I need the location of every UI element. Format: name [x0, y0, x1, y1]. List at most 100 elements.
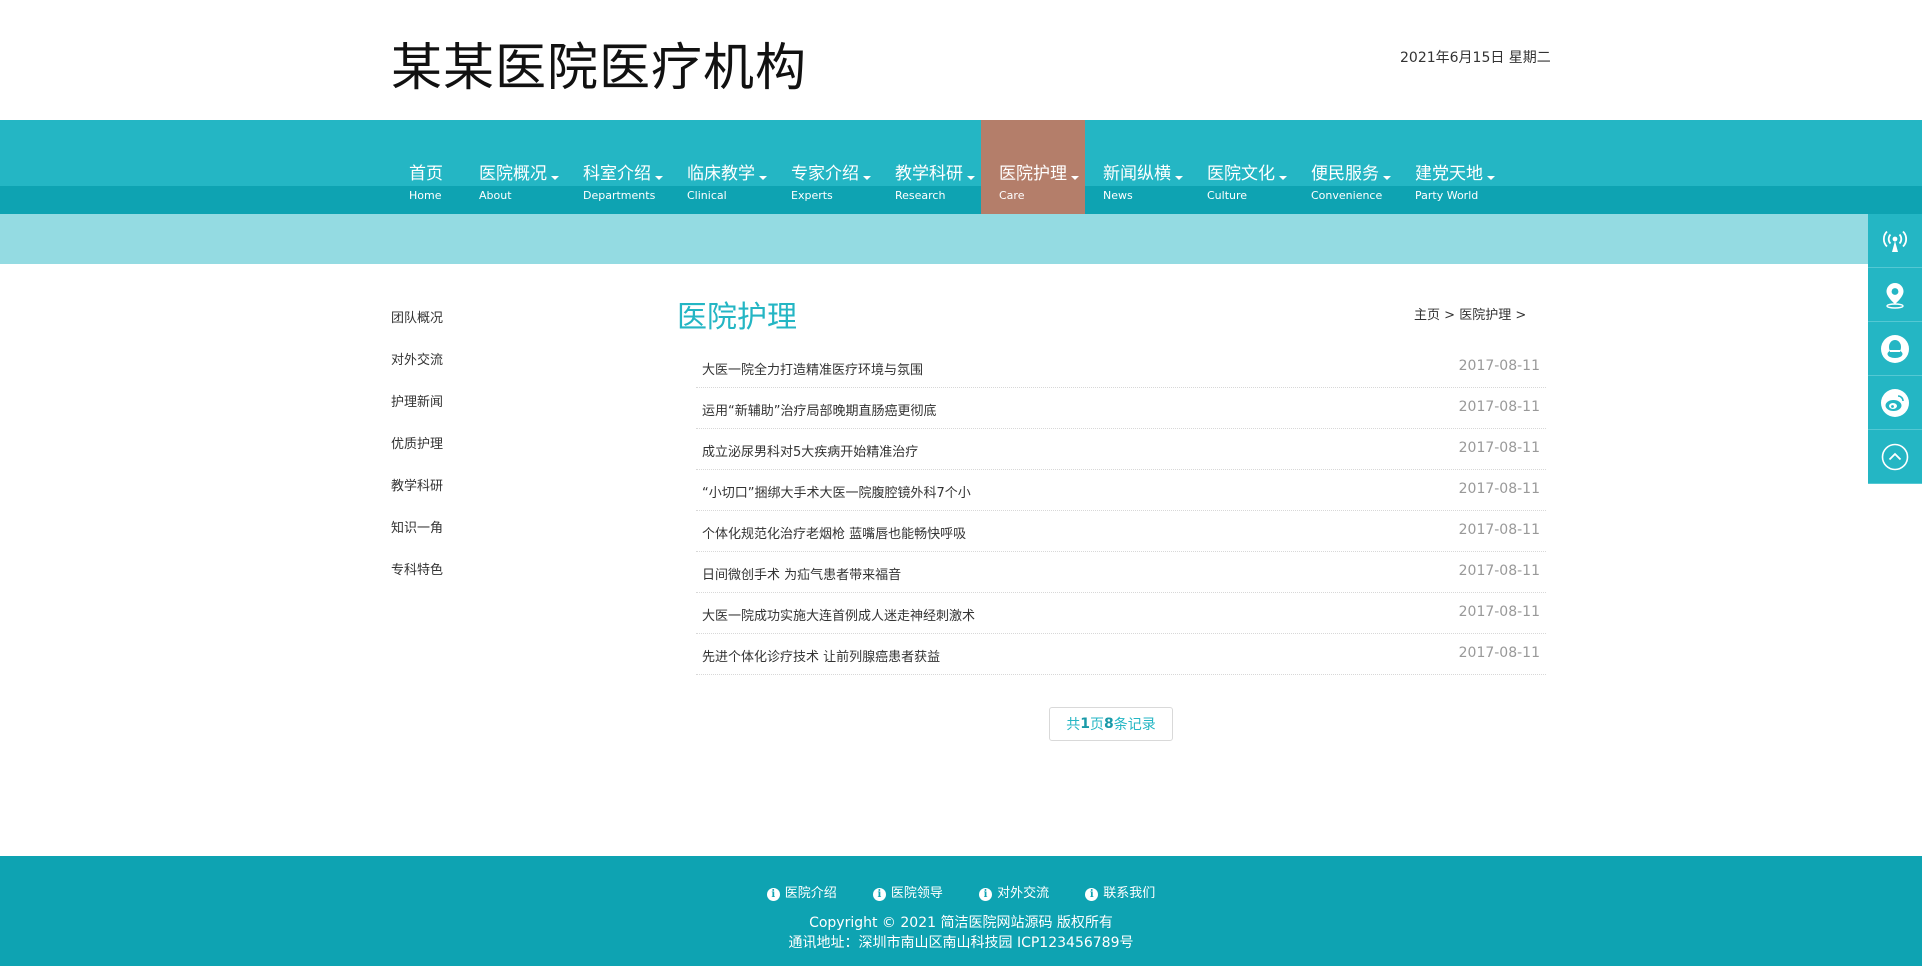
caret-down-icon	[1279, 176, 1287, 180]
breadcrumb-home[interactable]: 主页	[1414, 308, 1440, 323]
nav-item-departments[interactable]: 科室介绍 Departments	[565, 120, 669, 214]
nav-item-care[interactable]: 医院护理 Care	[981, 120, 1085, 214]
nav-item-sublabel: Departments	[583, 189, 656, 202]
footer-link-hospital-intro[interactable]: i 医院介绍	[766, 882, 837, 901]
nav-item-label: 科室介绍	[583, 164, 651, 184]
footer-link-leadership[interactable]: i 医院领导	[872, 882, 943, 901]
main-nav: 首页 Home 医院概况 About 科室介绍 Departments 临床教学…	[0, 120, 1922, 214]
nav-item-sublabel: Care	[999, 189, 1025, 202]
news-title[interactable]: 运用“新辅助”治疗局部晚期直肠癌更彻底	[702, 400, 936, 419]
sidebar-item-research[interactable]: 教学科研	[391, 475, 443, 494]
list-item[interactable]: 日间微创手术 为疝气患者带来福音 2017-08-11	[696, 552, 1546, 593]
caret-down-icon	[551, 176, 559, 180]
breadcrumb: 主页 > 医院护理 >	[1414, 304, 1526, 323]
nav-item-about[interactable]: 医院概况 About	[461, 120, 565, 214]
caret-down-icon	[1487, 176, 1495, 180]
news-date: 2017-08-11	[1458, 604, 1540, 620]
site-title[interactable]: 某某医院医疗机构	[391, 26, 807, 100]
news-date: 2017-08-11	[1458, 399, 1540, 415]
news-title[interactable]: 大医一院成功实施大连首例成人迷走神经刺激术	[702, 605, 975, 624]
list-item[interactable]: 大医一院全力打造精准医疗环境与氛围 2017-08-11	[696, 347, 1546, 388]
nav-item-convenience[interactable]: 便民服务 Convenience	[1293, 120, 1397, 214]
footer-copyright: Copyright © 2021 简洁医院网站源码 版权所有	[809, 915, 1113, 931]
list-item[interactable]: “小切口”捆绑大手术大医一院腹腔镜外科7个小 2017-08-11	[696, 470, 1546, 511]
nav-item-research[interactable]: 教学科研 Research	[877, 120, 981, 214]
news-title[interactable]: 先进个体化诊疗技术 让前列腺癌患者获益	[702, 646, 940, 665]
news-title[interactable]: 日间微创手术 为疝气患者带来福音	[702, 564, 901, 583]
location-button[interactable]	[1868, 268, 1922, 322]
banner-strip	[0, 214, 1922, 264]
sidebar-item-knowledge[interactable]: 知识一角	[391, 517, 443, 536]
site-header: 某某医院医疗机构 2021年6月15日 星期二	[0, 0, 1922, 120]
footer-link-label: 联系我们	[1103, 886, 1156, 901]
nav-item-experts[interactable]: 专家介绍 Experts	[773, 120, 877, 214]
news-date: 2017-08-11	[1458, 645, 1540, 661]
news-date: 2017-08-11	[1458, 563, 1540, 579]
broadcast-button[interactable]	[1868, 214, 1922, 268]
sidebar-item-nursing-news[interactable]: 护理新闻	[391, 391, 443, 410]
nav-item-sublabel: Research	[895, 189, 946, 202]
footer-link-label: 医院领导	[890, 886, 943, 901]
sidebar-item-specialty[interactable]: 专科特色	[391, 559, 443, 578]
nav-item-sublabel: Convenience	[1311, 189, 1383, 202]
caret-down-icon	[863, 176, 871, 180]
sidebar-item-team[interactable]: 团队概况	[391, 307, 443, 326]
breadcrumb-separator: >	[1515, 308, 1527, 323]
news-date: 2017-08-11	[1458, 358, 1540, 374]
list-item[interactable]: 先进个体化诊疗技术 让前列腺癌患者获益 2017-08-11	[696, 634, 1546, 675]
list-item[interactable]: 成立泌尿男科对5大疾病开始精准治疗 2017-08-11	[696, 429, 1546, 470]
caret-down-icon	[1383, 176, 1391, 180]
sidebar-item-exchange[interactable]: 对外交流	[391, 349, 443, 368]
nav-item-label: 便民服务	[1311, 164, 1379, 184]
breadcrumb-current[interactable]: 医院护理	[1459, 308, 1511, 323]
qq-icon	[1881, 334, 1909, 363]
nav-item-label: 首页	[409, 164, 443, 184]
list-item[interactable]: 运用“新辅助”治疗局部晚期直肠癌更彻底 2017-08-11	[696, 388, 1546, 429]
news-date: 2017-08-11	[1458, 440, 1540, 456]
caret-down-icon	[967, 176, 975, 180]
sidebar-item-quality-care[interactable]: 优质护理	[391, 433, 443, 452]
nav-item-label: 教学科研	[895, 164, 963, 184]
footer-link-exchange[interactable]: i 对外交流	[979, 882, 1049, 901]
news-title[interactable]: 大医一院全力打造精准医疗环境与氛围	[702, 359, 923, 378]
news-title[interactable]: “小切口”捆绑大手术大医一院腹腔镜外科7个小	[702, 482, 971, 501]
news-title[interactable]: 个体化规范化治疗老烟枪 蓝嘴唇也能畅快呼吸	[702, 523, 966, 542]
nav-item-news[interactable]: 新闻纵横 News	[1085, 120, 1189, 214]
caret-down-icon	[1175, 176, 1183, 180]
nav-item-party-world[interactable]: 建党天地 Party World	[1397, 120, 1501, 214]
list-item[interactable]: 个体化规范化治疗老烟枪 蓝嘴唇也能畅快呼吸 2017-08-11	[696, 511, 1546, 552]
info-icon: i	[766, 888, 780, 901]
nav-item-clinical[interactable]: 临床教学 Clinical	[669, 120, 773, 214]
weibo-button[interactable]	[1868, 376, 1922, 430]
caret-down-icon	[759, 176, 767, 180]
nav-item-culture[interactable]: 医院文化 Culture	[1189, 120, 1293, 214]
nav-item-label: 医院护理	[999, 164, 1067, 184]
nav-item-sublabel: Party World	[1415, 189, 1479, 202]
info-icon: i	[1085, 888, 1099, 901]
current-date: 2021年6月15日 星期二	[1400, 50, 1551, 66]
pagination-summary: 共 1 页 8 条记录	[1049, 707, 1173, 741]
nav-item-sublabel: News	[1103, 189, 1133, 202]
news-date: 2017-08-11	[1458, 481, 1540, 497]
qq-button[interactable]	[1868, 322, 1922, 376]
pager-suffix: 条记录	[1113, 717, 1156, 733]
pager-prefix: 共	[1066, 717, 1081, 733]
list-item[interactable]: 大医一院成功实施大连首例成人迷走神经刺激术 2017-08-11	[696, 593, 1546, 634]
page-title: 医院护理	[677, 300, 797, 335]
back-to-top-icon	[1881, 443, 1909, 470]
nav-item-label: 建党天地	[1415, 164, 1483, 184]
news-title[interactable]: 成立泌尿男科对5大疾病开始精准治疗	[702, 441, 918, 460]
news-date: 2017-08-11	[1458, 522, 1540, 538]
pager-mid: 页	[1090, 717, 1104, 733]
nav-item-sublabel: Home	[409, 189, 442, 202]
nav-item-sublabel: About	[479, 189, 512, 202]
nav-item-label: 新闻纵横	[1103, 164, 1171, 184]
nav-item-sublabel: Clinical	[687, 189, 727, 202]
info-icon: i	[872, 888, 886, 901]
location-pin-icon	[1886, 282, 1904, 309]
caret-down-icon	[655, 176, 663, 180]
footer-link-label: 医院介绍	[784, 886, 837, 901]
nav-item-label: 医院概况	[479, 164, 547, 184]
back-to-top-button[interactable]	[1868, 430, 1922, 484]
footer-link-contact[interactable]: i 联系我们	[1085, 882, 1155, 901]
